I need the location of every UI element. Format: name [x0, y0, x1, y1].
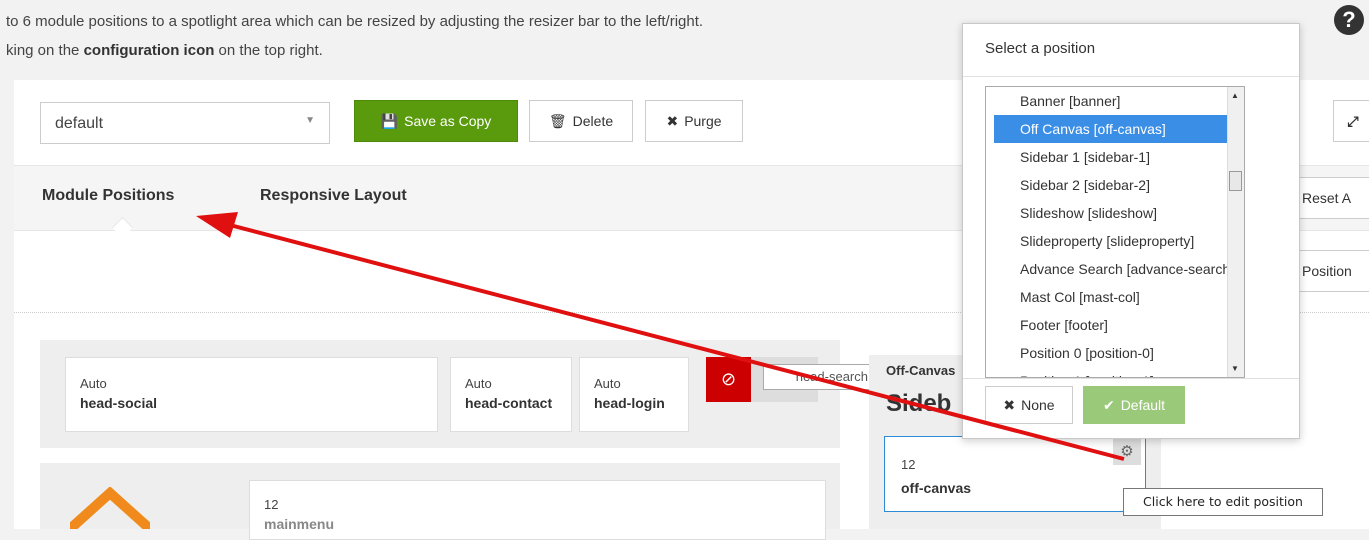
annotation-arrow-line: [225, 222, 1125, 461]
annotation-arrow-head: [196, 212, 238, 238]
annotation-arrow: [196, 212, 1125, 461]
